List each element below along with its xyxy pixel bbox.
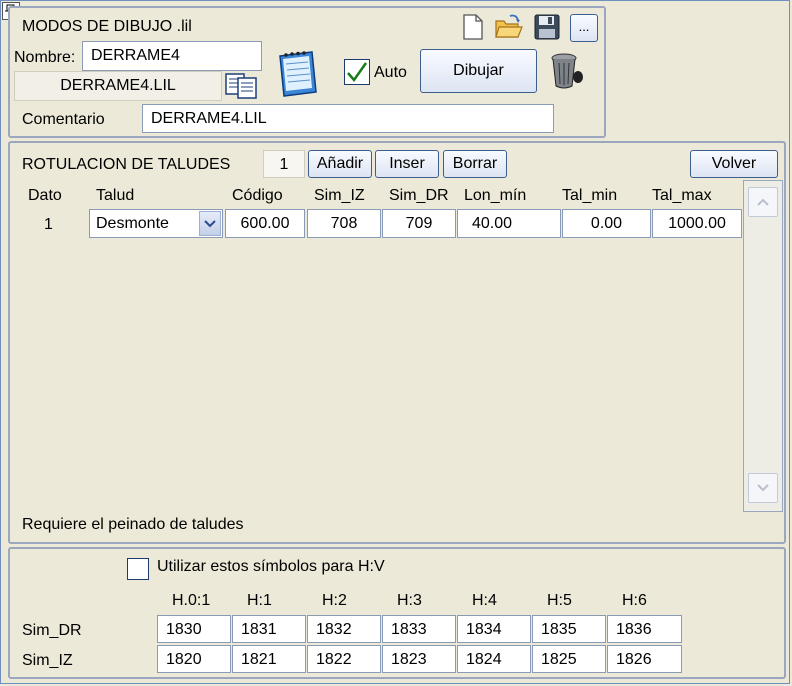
column-header: Sim_DR (389, 187, 449, 204)
hv-header: H:5 (547, 592, 572, 609)
talud-select[interactable]: Desmonte (89, 209, 223, 238)
back-button[interactable]: Volver (690, 150, 778, 178)
column-header: Código (232, 187, 283, 204)
rotulacion-title: ROTULACION DE TALUDES (22, 156, 231, 173)
more-button[interactable]: ... (570, 14, 598, 42)
sim-iz-cell[interactable]: 1826 (607, 645, 682, 673)
sim-dr-cell[interactable]: 1833 (382, 615, 456, 643)
sim-iz-cell[interactable]: 1821 (232, 645, 306, 673)
hv-header: H.0:1 (172, 592, 211, 609)
sim-iz-cell[interactable]: 1823 (382, 645, 456, 673)
tal-max-cell[interactable]: 1000.00 (652, 209, 742, 238)
sim-iz-cell[interactable]: 1822 (307, 645, 381, 673)
tal-min-cell[interactable]: 0.00 (562, 209, 651, 238)
talud-select-value: Desmonte (96, 215, 169, 232)
vertical-scrollbar[interactable] (743, 180, 783, 512)
rotulacion-note: Requiere el peinado de taludes (22, 516, 244, 533)
new-file-icon[interactable] (460, 13, 486, 41)
comentario-input[interactable]: DERRAME4.LIL (142, 104, 554, 133)
sim-iz-cell[interactable]: 1820 (157, 645, 231, 673)
sim-dr-cell[interactable]: 1831 (232, 615, 306, 643)
chevron-down-icon (757, 484, 769, 492)
column-header: Talud (96, 187, 135, 204)
row-label: Sim_DR (22, 622, 82, 639)
column-header: Dato (28, 187, 62, 204)
check-mark-icon (347, 62, 368, 83)
column-header: Tal_max (652, 187, 712, 204)
use-symbols-checkbox[interactable] (127, 558, 149, 580)
use-symbols-label: Utilizar estos símbolos para H:V (157, 558, 385, 575)
nombre-input[interactable]: DERRAME4 (82, 41, 262, 71)
hv-header: H:4 (472, 592, 497, 609)
codigo-cell[interactable]: 600.00 (225, 209, 305, 238)
hv-header: H:3 (397, 592, 422, 609)
sim-iz-cell[interactable]: 708 (307, 209, 381, 238)
row-number: 1 (44, 216, 53, 233)
dibujar-button[interactable]: Dibujar (420, 49, 537, 93)
scroll-up-button[interactable] (748, 187, 778, 217)
comentario-label: Comentario (22, 111, 105, 128)
modes-title: MODOS DE DIBUJO .lil (22, 18, 192, 35)
chevron-down-icon[interactable] (199, 211, 221, 236)
add-row-button[interactable]: Añadir (308, 150, 372, 178)
file-name-field: DERRAME4.LIL (14, 71, 222, 101)
trash-icon[interactable] (548, 50, 584, 90)
sim-dr-cell[interactable]: 709 (382, 209, 456, 238)
sim-dr-cell[interactable]: 1830 (157, 615, 231, 643)
insert-row-button[interactable]: Inser (375, 150, 439, 178)
auto-label: Auto (374, 64, 407, 81)
sim-dr-cell[interactable]: 1836 (607, 615, 682, 643)
save-disk-icon[interactable] (533, 13, 561, 41)
column-header: Sim_IZ (314, 187, 365, 204)
sim-dr-cell[interactable]: 1832 (307, 615, 381, 643)
sim-dr-cell[interactable]: 1835 (532, 615, 606, 643)
column-header: Tal_min (562, 187, 618, 204)
chevron-up-icon (757, 198, 769, 206)
delete-row-button[interactable]: Borrar (443, 150, 507, 178)
row-count-field[interactable]: 1 (263, 150, 305, 178)
hv-header: H:1 (247, 592, 272, 609)
copy-files-icon[interactable] (224, 72, 260, 100)
lon-min-cell[interactable]: 40.00 (457, 209, 561, 238)
open-folder-icon[interactable] (494, 13, 524, 41)
sim-iz-cell[interactable]: 1825 (532, 645, 606, 673)
sim-dr-cell[interactable]: 1834 (457, 615, 531, 643)
scroll-down-button[interactable] (748, 473, 778, 503)
sim-iz-cell[interactable]: 1824 (457, 645, 531, 673)
hv-header: H:2 (322, 592, 347, 609)
notepad-icon[interactable] (272, 48, 320, 98)
nombre-label: Nombre: (14, 49, 76, 66)
auto-checkbox[interactable] (344, 59, 370, 85)
row-label: Sim_IZ (22, 652, 73, 669)
hv-header: H:6 (622, 592, 647, 609)
column-header: Lon_mín (464, 187, 527, 204)
